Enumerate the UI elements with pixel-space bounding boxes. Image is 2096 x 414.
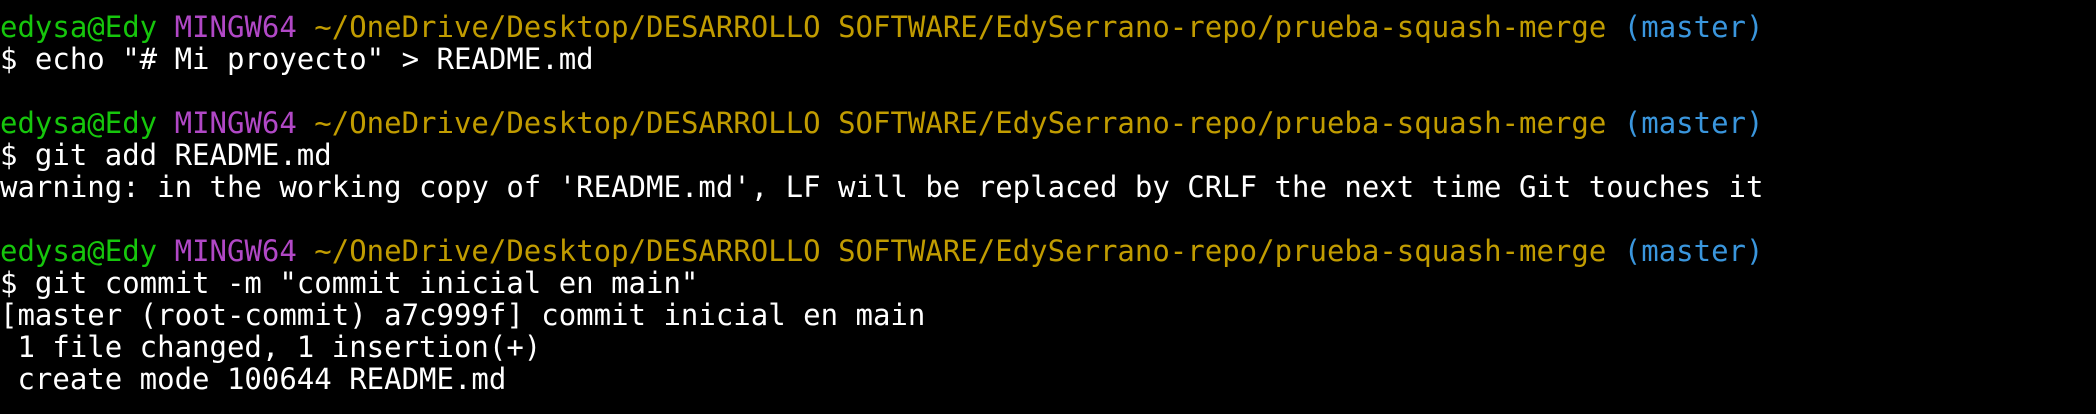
- output-line: create mode 100644 README.md: [0, 362, 507, 396]
- prompt-user: edysa@Edy: [0, 234, 158, 268]
- prompt-line: edysa@Edy MINGW64 ~/OneDrive/Desktop/DES…: [0, 235, 2096, 267]
- command-line: $ echo "# Mi proyecto" > README.md: [0, 42, 594, 76]
- prompt-env: MINGW64: [174, 106, 297, 140]
- prompt-branch: (master): [1623, 10, 1764, 44]
- terminal-window[interactable]: edysa@Edy MINGW64 ~/OneDrive/Desktop/DES…: [0, 0, 2096, 414]
- output-line: [master (root-commit) a7c999f] commit in…: [0, 298, 926, 332]
- command-line: $ git add README.md: [0, 138, 332, 172]
- prompt-path: ~/OneDrive/Desktop/DESARROLLO SOFTWARE/E…: [314, 234, 1607, 268]
- prompt-path: ~/OneDrive/Desktop/DESARROLLO SOFTWARE/E…: [314, 106, 1607, 140]
- prompt-line: edysa@Edy MINGW64 ~/OneDrive/Desktop/DES…: [0, 11, 2096, 43]
- prompt-branch: (master): [1623, 106, 1764, 140]
- command-line: $ git commit -m "commit inicial en main": [0, 266, 699, 300]
- prompt-user: edysa@Edy: [0, 106, 158, 140]
- output-line: 1 file changed, 1 insertion(+): [0, 330, 542, 364]
- prompt-path: ~/OneDrive/Desktop/DESARROLLO SOFTWARE/E…: [314, 10, 1607, 44]
- prompt-user: edysa@Edy: [0, 10, 158, 44]
- prompt-env: MINGW64: [174, 10, 297, 44]
- prompt-branch: (master): [1623, 234, 1764, 268]
- prompt-env: MINGW64: [174, 234, 297, 268]
- prompt-line: edysa@Edy MINGW64 ~/OneDrive/Desktop/DES…: [0, 107, 2096, 139]
- output-line: warning: in the working copy of 'README.…: [0, 170, 1764, 204]
